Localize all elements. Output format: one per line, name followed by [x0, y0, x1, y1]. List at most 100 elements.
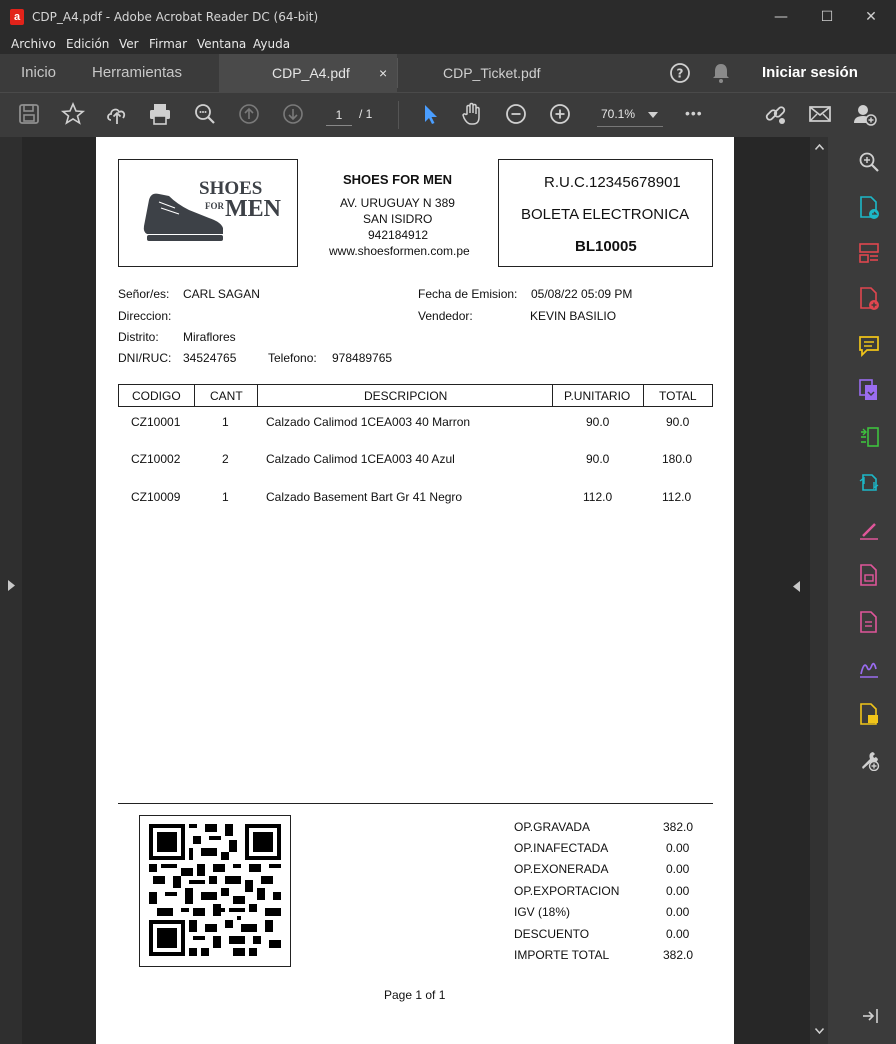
combine-files-icon[interactable]	[858, 379, 880, 408]
title-bar: a CDP_A4.pdf - Adobe Acrobat Reader DC (…	[0, 0, 896, 34]
tab-divider	[397, 58, 398, 88]
tab-close-icon[interactable]: ×	[379, 54, 387, 92]
edit-pdf-icon[interactable]	[858, 564, 880, 593]
total-value: 0.00	[666, 884, 690, 898]
organize-pages-icon[interactable]	[858, 242, 880, 269]
cell-descripcion: Calzado Basement Bart Gr 41 Negro	[266, 490, 463, 504]
compress-pdf-icon[interactable]	[858, 426, 880, 453]
cell-codigo: CZ10002	[131, 452, 181, 466]
sign-in-button[interactable]: Iniciar sesión	[762, 54, 858, 92]
col-cant: CANT	[210, 389, 243, 403]
fecha-value: 05/08/22 05:09 PM	[531, 287, 633, 301]
maximize-button[interactable]: ☐	[804, 0, 850, 34]
tab-herramientas[interactable]: Herramientas	[92, 54, 182, 92]
tab-bar: Inicio Herramientas CDP_A4.pdf × CDP_Tic…	[0, 54, 896, 92]
logo-box: SHOES FOR MEN	[118, 159, 298, 267]
window-title: CDP_A4.pdf - Adobe Acrobat Reader DC (64…	[32, 10, 319, 24]
menu-firmar[interactable]: Firmar	[149, 37, 187, 51]
scroll-down-icon[interactable]	[815, 1028, 824, 1034]
cell-descripcion: Calzado Calimod 1CEA003 40 Marron	[266, 415, 471, 429]
acrobat-logo-icon: a	[10, 9, 24, 25]
cell-descripcion: Calzado Calimod 1CEA003 40 Azul	[266, 452, 455, 466]
upload-cloud-icon[interactable]	[104, 101, 132, 129]
page-number-input[interactable]: 1	[326, 105, 352, 126]
distrito-value: Miraflores	[183, 330, 236, 344]
print-icon[interactable]	[147, 101, 175, 129]
toolbar: 1 / 1 70.1% •••	[0, 92, 896, 137]
left-pane	[0, 137, 22, 1044]
total-label: OP.INAFECTADA	[514, 841, 609, 855]
table-row: CZ10001 1 Calzado Calimod 1CEA003 40 Mar…	[118, 415, 711, 433]
ruc-number: R.U.C.12345678901	[544, 174, 681, 191]
cell-cant: 2	[222, 452, 229, 466]
cell-punitario: 90.0	[586, 415, 610, 429]
menu-ayuda[interactable]: Ayuda	[253, 37, 290, 51]
vertical-scrollbar[interactable]	[793, 137, 828, 1044]
next-page-icon[interactable]	[280, 101, 308, 129]
help-icon[interactable]: ?	[669, 62, 691, 89]
menu-ver[interactable]: Ver	[119, 37, 139, 51]
notification-bell-icon[interactable]	[711, 62, 731, 89]
more-tools-icon[interactable]	[858, 749, 880, 776]
zoom-in-icon[interactable]	[547, 101, 575, 129]
company-website: www.shoesformen.com.pe	[329, 244, 470, 258]
cell-punitario: 112.0	[583, 490, 613, 504]
rail-search-icon[interactable]	[858, 151, 880, 178]
company-name: SHOES FOR MEN	[343, 172, 453, 187]
create-pdf-icon[interactable]	[858, 287, 880, 316]
save-icon[interactable]	[16, 101, 44, 129]
company-district: SAN ISIDRO	[363, 212, 433, 226]
minimize-button[interactable]: —	[758, 0, 804, 34]
collapse-right-pane-icon[interactable]	[793, 581, 800, 592]
fill-sign-icon[interactable]	[858, 519, 880, 546]
logo-text-men: MEN	[225, 196, 281, 222]
close-window-button[interactable]: ✕	[848, 0, 894, 34]
senor-value: CARL SAGAN	[183, 287, 260, 301]
total-value: 0.00	[666, 862, 690, 876]
add-user-icon[interactable]	[852, 101, 880, 129]
menu-edicion[interactable]: Edición	[66, 37, 109, 51]
hand-tool-icon[interactable]	[459, 101, 487, 129]
email-icon[interactable]	[807, 101, 835, 129]
convert-pdf-icon[interactable]	[858, 471, 880, 498]
share-link-icon[interactable]	[763, 101, 791, 129]
cell-codigo: CZ10009	[131, 490, 181, 504]
fill-form-icon[interactable]	[858, 611, 880, 640]
cell-cant: 1	[222, 490, 229, 504]
direccion-label: Direccion:	[118, 309, 172, 323]
telefono-label: Telefono:	[268, 351, 317, 365]
tab-cdp-a4[interactable]: CDP_A4.pdf ×	[219, 54, 397, 92]
collapse-rail-icon[interactable]	[861, 1007, 879, 1030]
expand-left-pane-icon[interactable]	[8, 580, 15, 591]
vendedor-value: KEVIN BASILIO	[530, 309, 617, 323]
menu-ventana[interactable]: Ventana	[197, 37, 246, 51]
total-label: OP.EXPORTACION	[514, 884, 620, 898]
total-label: IMPORTE TOTAL	[514, 948, 610, 962]
select-cursor-icon[interactable]	[418, 101, 446, 129]
export-pdf-icon[interactable]	[858, 196, 880, 225]
total-value: 382.0	[663, 820, 694, 834]
menu-archivo[interactable]: Archivo	[11, 37, 56, 51]
distrito-label: Distrito:	[118, 330, 159, 344]
document-number: BL10005	[575, 238, 637, 255]
bookmark-star-icon[interactable]	[60, 101, 88, 129]
tab-cdp-ticket[interactable]: CDP_Ticket.pdf	[443, 54, 541, 92]
dni-value: 34524765	[183, 351, 237, 365]
send-comments-icon[interactable]	[858, 703, 880, 732]
ruc-box: R.U.C.12345678901 BOLETA ELECTRONICA BL1…	[498, 159, 713, 267]
comment-icon[interactable]	[858, 335, 880, 362]
zoom-search-icon[interactable]	[192, 101, 220, 129]
prev-page-icon[interactable]	[236, 101, 264, 129]
scroll-up-icon[interactable]	[815, 144, 824, 150]
more-tools-button[interactable]: •••	[685, 105, 703, 121]
col-punitario: P.UNITARIO	[564, 389, 631, 403]
svg-text:?: ?	[677, 67, 684, 81]
total-value: 0.00	[666, 927, 690, 941]
zoom-select[interactable]: 70.1%	[597, 104, 663, 127]
tab-inicio[interactable]: Inicio	[21, 54, 56, 92]
zoom-out-icon[interactable]	[503, 101, 531, 129]
cell-total: 90.0	[666, 415, 690, 429]
cell-codigo: CZ10001	[131, 415, 181, 429]
request-signature-icon[interactable]	[858, 657, 880, 684]
fecha-label: Fecha de Emision:	[418, 287, 518, 301]
